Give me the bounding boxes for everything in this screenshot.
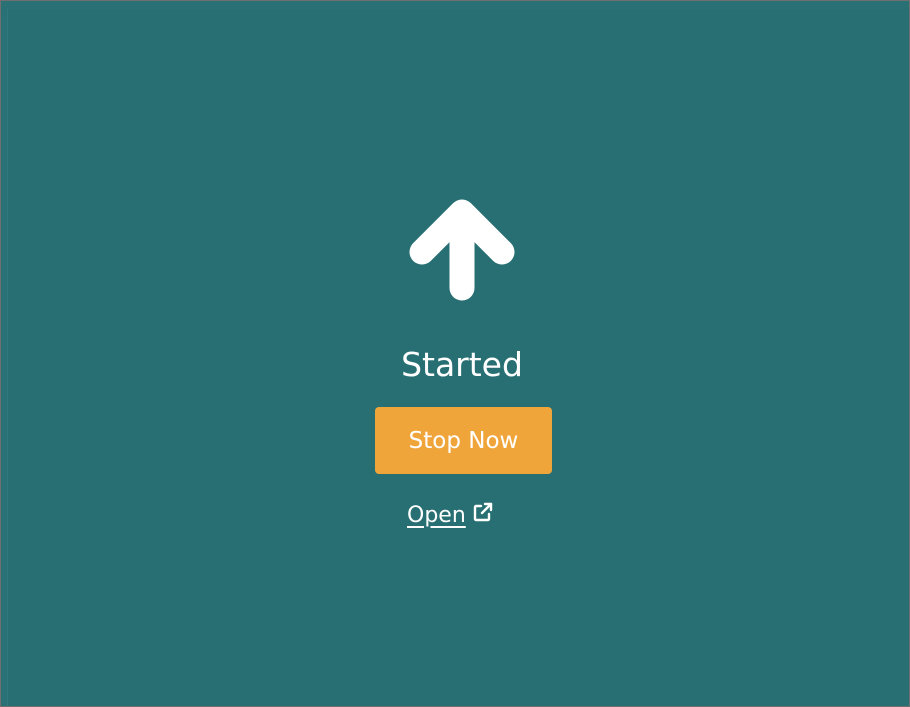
- stop-now-button[interactable]: Stop Now: [375, 407, 552, 474]
- open-link-label: Open: [407, 502, 466, 528]
- status-panel: Started Stop Now Open: [0, 0, 910, 707]
- status-label: Started: [401, 345, 523, 384]
- external-link-icon: [473, 502, 492, 522]
- open-link[interactable]: Open: [407, 498, 494, 532]
- arrow-up-icon: [409, 199, 515, 301]
